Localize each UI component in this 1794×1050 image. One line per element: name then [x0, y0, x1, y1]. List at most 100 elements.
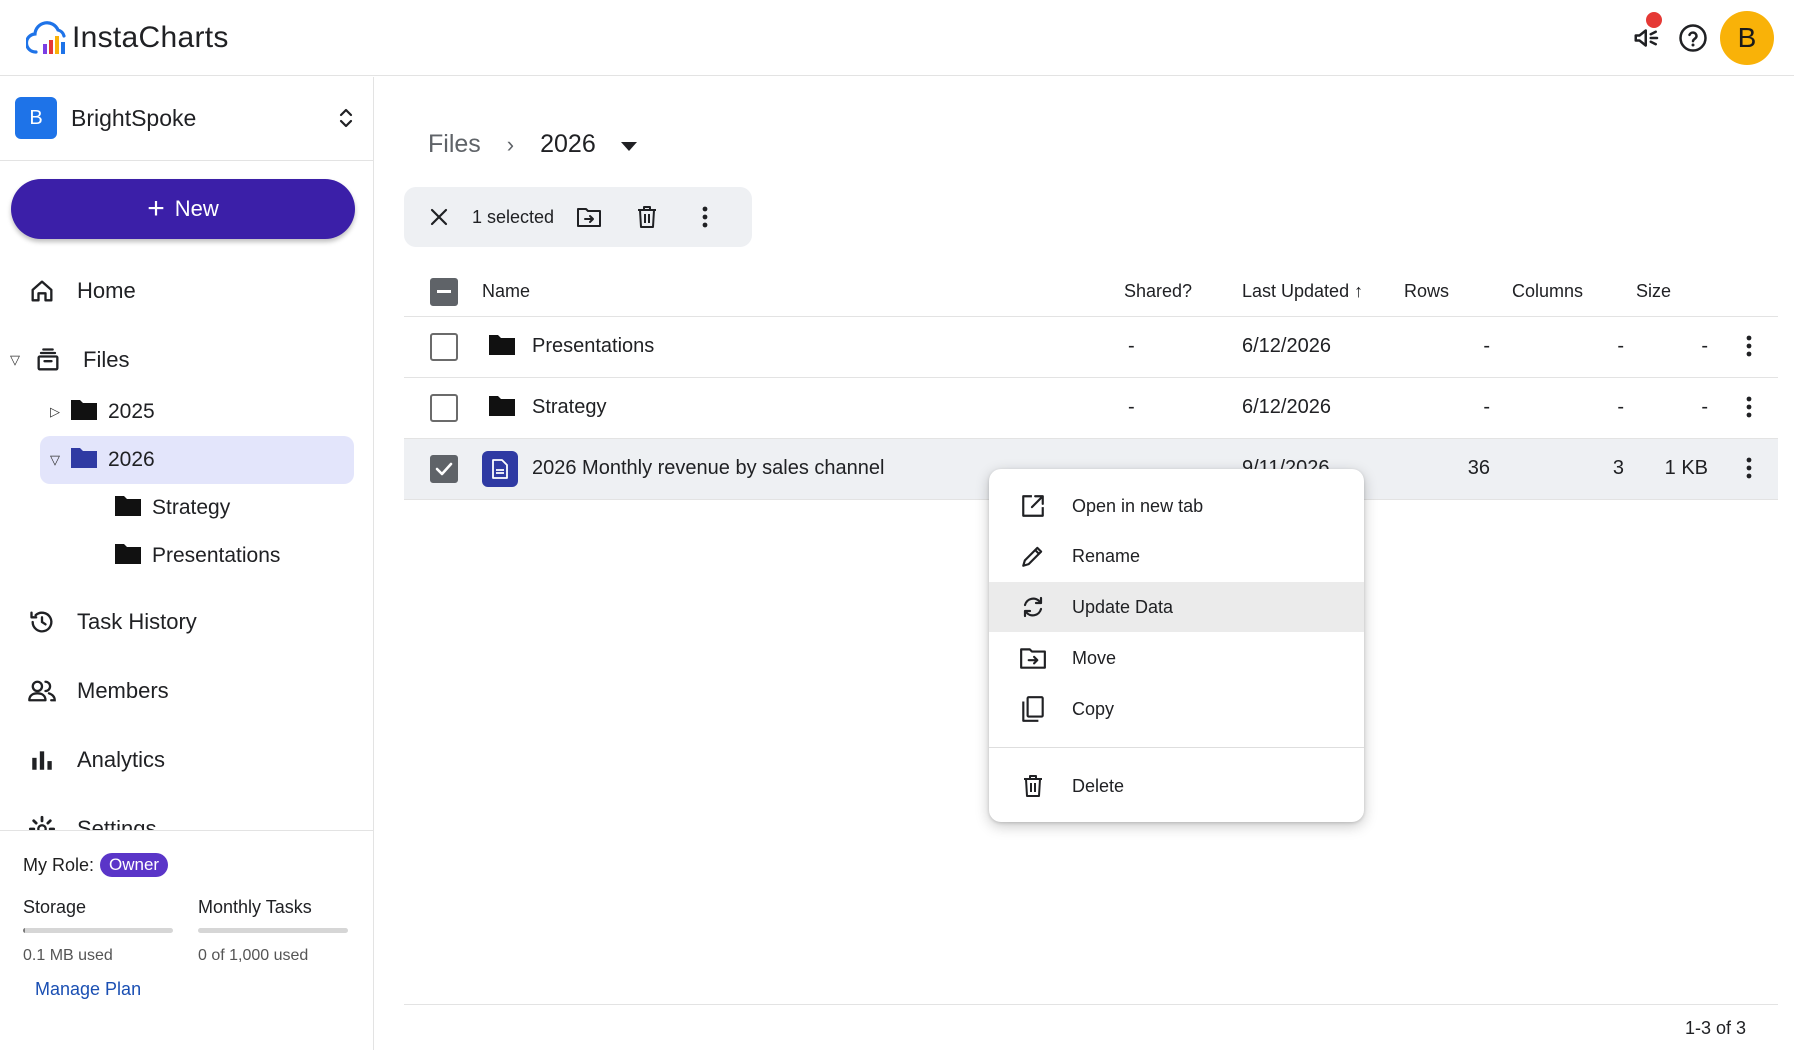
- move-to-folder-icon: [1016, 641, 1050, 675]
- tree-folder-strategy[interactable]: Strategy: [104, 484, 354, 532]
- app-logo[interactable]: InstaCharts: [26, 16, 229, 60]
- pencil-icon: [1016, 539, 1050, 573]
- announcements-button[interactable]: [1624, 10, 1670, 66]
- plus-icon: +: [147, 192, 165, 225]
- selection-count: 1 selected: [472, 206, 555, 227]
- tasks-used: 0 of 1,000 used: [198, 947, 309, 964]
- caret-down-icon: [620, 142, 637, 151]
- header-last-updated-label: Last Updated: [1242, 281, 1350, 302]
- menu-label: Move: [1072, 647, 1117, 668]
- row-name[interactable]: 2026 Monthly revenue by sales channel: [532, 457, 884, 480]
- more-vertical-icon: [1746, 335, 1752, 356]
- tree-label: 2025: [108, 400, 155, 423]
- row-rows: -: [1404, 377, 1512, 439]
- row-shared: -: [1124, 377, 1242, 439]
- folder-icon: [70, 397, 98, 427]
- role-row: My Role: Owner: [23, 853, 169, 877]
- nav-analytics-label: Analytics: [77, 747, 166, 772]
- menu-divider: [989, 747, 1364, 748]
- menu-open-new-tab[interactable]: Open in new tab: [989, 481, 1364, 531]
- table-footer-divider: [404, 1004, 1778, 1005]
- menu-rename[interactable]: Rename: [989, 531, 1364, 581]
- minus-icon: [437, 289, 451, 293]
- nav-files[interactable]: ▽ Files: [0, 336, 374, 384]
- tasks-label: Monthly Tasks: [198, 897, 312, 917]
- row-more-button[interactable]: [1734, 392, 1764, 422]
- header-rows[interactable]: Rows: [1404, 268, 1512, 317]
- org-name: BrightSpoke: [71, 104, 197, 131]
- megaphone-icon: [1634, 29, 1659, 47]
- breadcrumb-files[interactable]: Files: [428, 130, 481, 159]
- folder-icon: [488, 393, 516, 423]
- row-more-button[interactable]: [1734, 331, 1764, 361]
- divider: [0, 160, 373, 161]
- table-row[interactable]: Strategy - 6/12/2026 - - -: [404, 377, 1778, 439]
- role-badge: Owner: [100, 853, 169, 877]
- files-table: Name Shared? Last Updated ↑ Rows Columns…: [404, 268, 1778, 500]
- nav-home[interactable]: Home: [0, 267, 374, 315]
- table-header-row: Name Shared? Last Updated ↑ Rows Columns…: [404, 268, 1778, 317]
- row-checkbox[interactable]: [430, 454, 458, 483]
- refresh-icon: [1016, 590, 1050, 624]
- row-name[interactable]: Presentations: [532, 335, 654, 358]
- close-icon: [430, 208, 448, 226]
- nav-files-label: Files: [83, 347, 130, 372]
- pagination-info: 1-3 of 3: [1684, 1018, 1746, 1038]
- row-columns: -: [1512, 377, 1636, 439]
- nav-analytics[interactable]: Analytics: [0, 736, 374, 784]
- unfold-icon: [334, 106, 358, 130]
- menu-delete[interactable]: Delete: [989, 761, 1364, 811]
- user-avatar[interactable]: B: [1720, 11, 1774, 65]
- row-columns: -: [1512, 316, 1636, 378]
- nav-task-history[interactable]: Task History: [0, 598, 374, 646]
- delete-selected-button[interactable]: [632, 202, 662, 232]
- folder-menu-dropdown[interactable]: [620, 130, 638, 159]
- tree-folder-2025[interactable]: ▷ 2025: [40, 388, 354, 436]
- menu-label: Update Data: [1072, 596, 1174, 617]
- storage-bar: [23, 928, 173, 933]
- storage-meter: Storage 0.1 MB used: [23, 897, 173, 965]
- selection-more-button[interactable]: [690, 202, 720, 232]
- plan-panel: My Role: Owner Storage 0.1 MB used Month…: [0, 830, 373, 1050]
- breadcrumb-current: 2026: [540, 130, 596, 158]
- clear-selection-button[interactable]: [424, 202, 454, 232]
- move-selected-button[interactable]: [574, 202, 604, 232]
- open-in-new-icon: [1016, 489, 1050, 523]
- menu-move[interactable]: Move: [989, 633, 1364, 683]
- tree-folder-presentations[interactable]: Presentations: [104, 532, 354, 580]
- select-all-checkbox[interactable]: [430, 277, 458, 306]
- manage-plan-link[interactable]: Manage Plan: [35, 979, 141, 1000]
- folder-icon: [70, 445, 98, 475]
- header-size[interactable]: Size: [1636, 268, 1720, 317]
- nav-task-history-label: Task History: [77, 609, 197, 634]
- row-size: 1 KB: [1636, 438, 1720, 500]
- copy-icon: [1016, 692, 1050, 726]
- row-checkbox[interactable]: [430, 393, 458, 422]
- folder-icon: [114, 541, 142, 571]
- org-switcher[interactable]: B BrightSpoke: [15, 97, 358, 139]
- history-icon: [22, 602, 62, 642]
- row-name[interactable]: Strategy: [532, 396, 606, 419]
- menu-copy[interactable]: Copy: [989, 684, 1364, 734]
- select-all-cell: [404, 268, 482, 317]
- move-to-folder-icon: [577, 208, 602, 227]
- nav-members[interactable]: Members: [0, 667, 374, 715]
- menu-update-data[interactable]: Update Data: [989, 582, 1364, 632]
- row-checkbox[interactable]: [430, 332, 458, 361]
- header-name[interactable]: Name: [482, 268, 1124, 317]
- header-columns[interactable]: Columns: [1512, 268, 1636, 317]
- tasks-bar: [198, 928, 348, 933]
- dataset-file-icon: [482, 450, 518, 487]
- row-rows: -: [1404, 316, 1512, 378]
- help-button[interactable]: [1670, 10, 1716, 66]
- table-row[interactable]: Presentations - 6/12/2026 - - -: [404, 316, 1778, 378]
- header-last-updated[interactable]: Last Updated ↑: [1242, 268, 1404, 317]
- header-actions: [1720, 268, 1778, 317]
- header-shared[interactable]: Shared?: [1124, 268, 1242, 317]
- row-more-button[interactable]: [1734, 453, 1764, 483]
- trash-icon: [638, 206, 657, 228]
- app-name: InstaCharts: [72, 21, 229, 54]
- trash-icon: [1016, 769, 1050, 803]
- new-button[interactable]: + New: [11, 179, 355, 239]
- tree-folder-2026[interactable]: ▽ 2026: [40, 436, 354, 484]
